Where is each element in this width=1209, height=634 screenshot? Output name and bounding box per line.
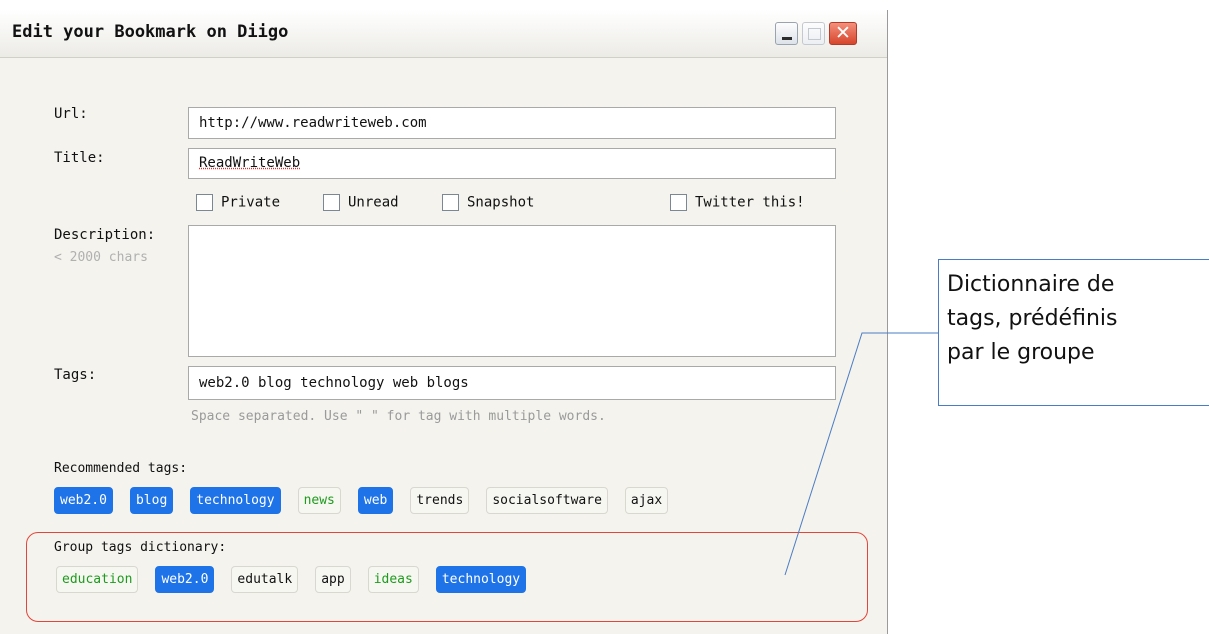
annotation-callout: Dictionnaire de tags, prédéfinis par le … [938,259,1209,406]
annotation-line-1: Dictionnaire de [947,272,1115,297]
annotation-line-2: tags, prédéfinis [947,306,1118,331]
annotation-line-3: par le groupe [947,340,1095,365]
